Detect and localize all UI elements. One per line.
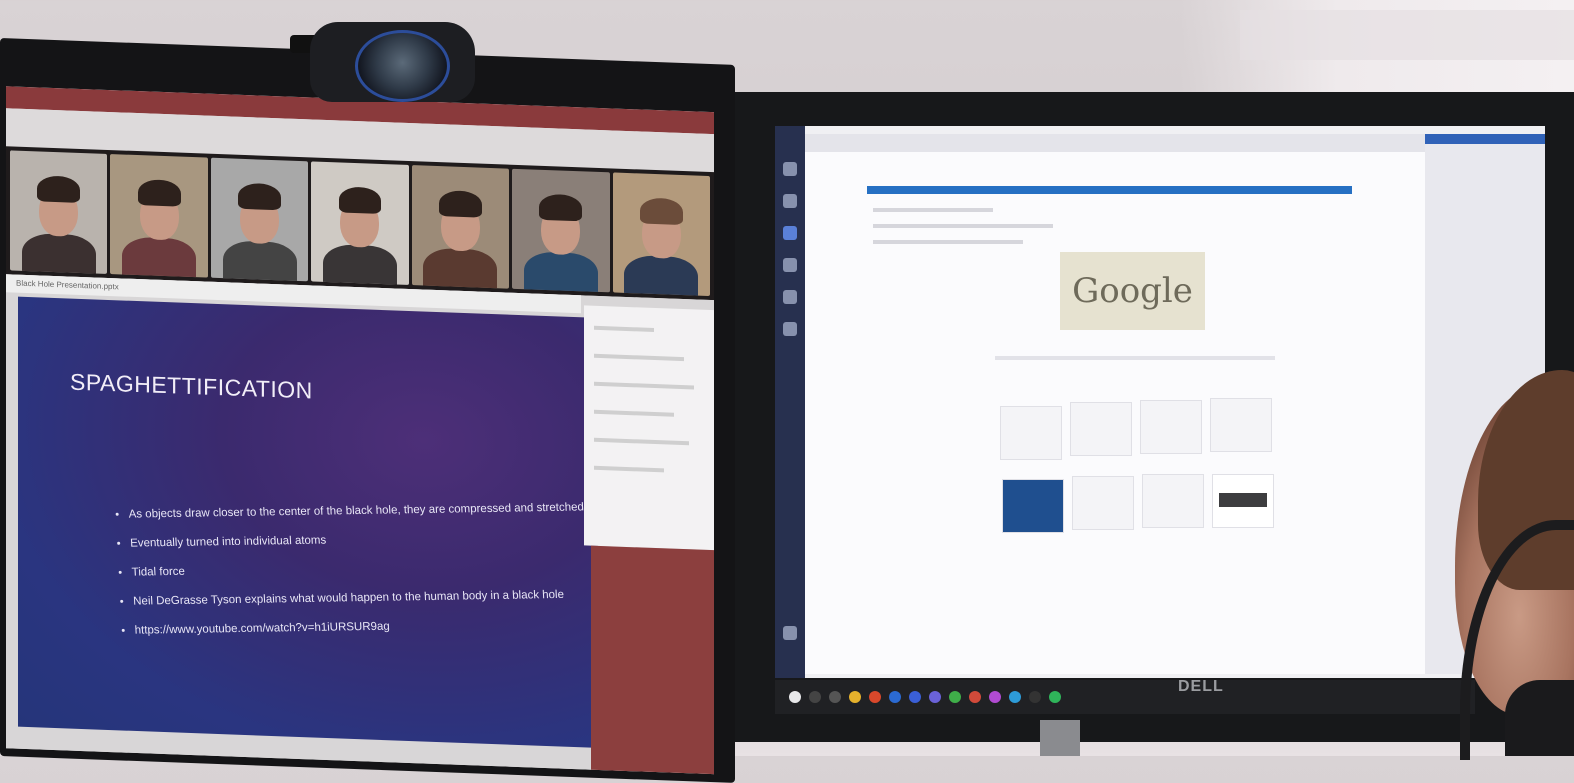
thumbnail[interactable]: [1000, 406, 1062, 460]
text-line: [873, 224, 1053, 228]
doodle-image: Google: [1060, 252, 1205, 330]
chat-line: [594, 325, 654, 332]
app-icon[interactable]: [909, 691, 921, 703]
chat-line: [594, 381, 694, 390]
thumbnail[interactable]: [1072, 476, 1134, 530]
thumbnail[interactable]: [1210, 398, 1272, 452]
search-icon[interactable]: [809, 691, 821, 703]
participant-tile[interactable]: [10, 150, 108, 274]
windows-taskbar: [775, 680, 1475, 714]
panel-header: [1425, 134, 1545, 144]
right-monitor-screen: Google: [775, 126, 1545, 678]
start-icon[interactable]: [789, 691, 801, 703]
sidebar-app-icon[interactable]: [783, 162, 797, 176]
text-line: [873, 208, 993, 212]
text-line: [873, 240, 1023, 244]
participant-tile[interactable]: [612, 172, 710, 297]
chat-line: [594, 353, 684, 362]
browser-tab-bar[interactable]: [805, 134, 1425, 152]
webcam-lens: [355, 30, 450, 102]
blue-header-bar: [867, 186, 1352, 194]
app-icon[interactable]: [1049, 691, 1061, 703]
sidebar-app-icon[interactable]: [783, 194, 797, 208]
participant-tile[interactable]: [512, 168, 610, 293]
headphone-cup: [1505, 680, 1574, 756]
wall-shelf: [1240, 10, 1574, 60]
app-icon[interactable]: [989, 691, 1001, 703]
monitor-stand: [1040, 720, 1080, 756]
explorer-icon[interactable]: [849, 691, 861, 703]
text-line: [995, 356, 1275, 360]
thumbnail[interactable]: [1140, 400, 1202, 454]
presentation-slide: SPAGHETTIFICATION As objects draw closer…: [18, 296, 598, 748]
sidebar-app-icon[interactable]: [783, 258, 797, 272]
participant-tile[interactable]: [210, 157, 309, 282]
sidebar-app-icon[interactable]: [783, 290, 797, 304]
app-sidebar[interactable]: [775, 126, 805, 678]
app-icon[interactable]: [1009, 691, 1021, 703]
chat-line: [594, 465, 664, 473]
sidebar-app-icon[interactable]: [783, 322, 797, 336]
participant-tile[interactable]: [110, 154, 208, 278]
app-icon[interactable]: [929, 691, 941, 703]
app-icon[interactable]: [1029, 691, 1041, 703]
chat-line: [594, 409, 674, 417]
thumbnail[interactable]: [1070, 402, 1132, 456]
browser-window: Google: [805, 134, 1425, 674]
dell-logo: DELL: [1178, 678, 1224, 695]
app-icon[interactable]: [949, 691, 961, 703]
thumbnail[interactable]: [1002, 479, 1064, 533]
thumbnail[interactable]: [1142, 474, 1204, 528]
left-monitor: Black Hole Presentation.pptx SPAGHETTIFI…: [0, 38, 735, 783]
slide-bullet-list: As objects draw closer to the center of …: [88, 493, 615, 646]
task-view-icon[interactable]: [829, 691, 841, 703]
participant-tile[interactable]: [411, 165, 510, 289]
thumbnail[interactable]: [1212, 474, 1274, 528]
left-monitor-screen: Black Hole Presentation.pptx SPAGHETTIFI…: [6, 86, 714, 775]
participant-tile[interactable]: [311, 161, 409, 285]
doodle-text: Google: [1072, 271, 1193, 311]
app-icon[interactable]: [889, 691, 901, 703]
sidebar-app-icon[interactable]: [783, 226, 797, 240]
chat-line: [594, 437, 689, 446]
video-gallery: [6, 146, 714, 301]
chat-panel: [584, 305, 714, 551]
app-icon[interactable]: [969, 691, 981, 703]
app-icon[interactable]: [869, 691, 881, 703]
slide-title: SPAGHETTIFICATION: [70, 368, 313, 404]
powerpoint-window: Black Hole Presentation.pptx SPAGHETTIFI…: [6, 274, 714, 775]
red-background-block: [591, 545, 714, 775]
sidebar-app-icon[interactable]: [783, 626, 797, 640]
